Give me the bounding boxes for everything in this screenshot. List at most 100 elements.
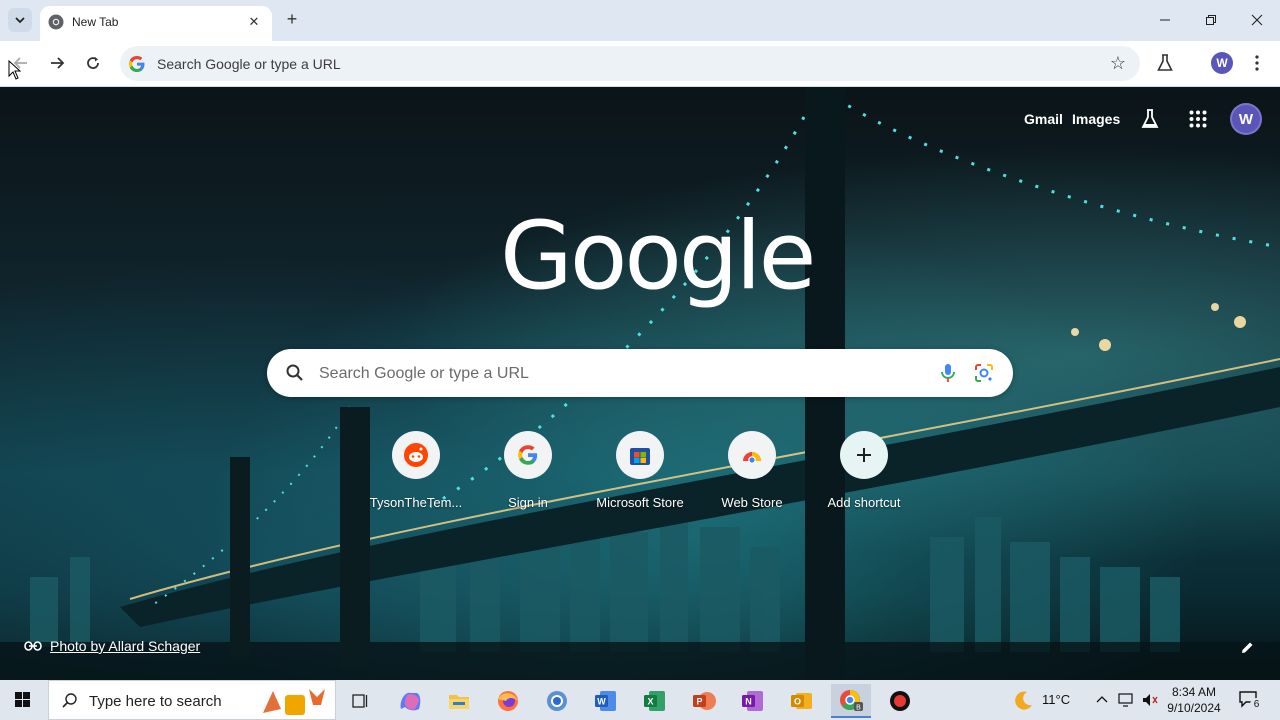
svg-text:O: O [794, 697, 801, 707]
reload-button[interactable] [80, 50, 106, 76]
reload-icon [87, 57, 99, 69]
labs-button[interactable] [1154, 52, 1176, 74]
word-button[interactable]: W [586, 684, 626, 718]
copilot-button[interactable] [390, 684, 430, 718]
taskbar-search-placeholder: Type here to search [89, 693, 222, 710]
shortcut-label: Web Store [721, 495, 783, 510]
chrome-button[interactable] [537, 684, 577, 718]
word-icon: W [595, 691, 616, 711]
flask-icon [1141, 109, 1159, 128]
shortcut-sign-in[interactable]: Sign in [472, 431, 584, 521]
weather-temperature[interactable]: 11°C [1042, 692, 1070, 707]
forward-arrow-icon [51, 57, 65, 69]
close-icon [1251, 14, 1263, 26]
kebab-menu-icon [1255, 55, 1259, 71]
add-shortcut-button[interactable]: Add shortcut [808, 431, 920, 521]
notification-count: 6 [1250, 698, 1263, 711]
file-explorer-icon [449, 695, 469, 709]
onenote-icon: N [742, 691, 763, 711]
mouse-cursor-icon [8, 60, 22, 80]
clock-date: 9/10/2024 [1167, 701, 1221, 715]
copilot-icon [400, 692, 421, 711]
network-icon[interactable] [1118, 692, 1136, 708]
chrome-menu-button[interactable] [1246, 52, 1268, 74]
shortcut-microsoft-store[interactable]: Microsoft Store [584, 431, 696, 521]
outlook-button[interactable]: O [782, 684, 822, 718]
images-link[interactable]: Images [1072, 111, 1120, 127]
onenote-button[interactable]: N [733, 684, 773, 718]
moon-icon[interactable] [1012, 690, 1034, 712]
ntp-profile-avatar[interactable]: W [1230, 103, 1262, 135]
firefox-button[interactable] [488, 684, 528, 718]
excel-icon: X [644, 691, 665, 711]
address-bar[interactable]: Search Google or type a URL ☆ [120, 46, 1140, 81]
svg-text:B: B [856, 705, 861, 712]
ntp-search-placeholder: Search Google or type a URL [319, 365, 529, 382]
google-lens-icon[interactable] [973, 362, 995, 384]
photo-credit-text: Photo by Allard Schager [50, 638, 201, 654]
minimize-button[interactable] [1152, 8, 1178, 32]
google-apps-button[interactable] [1186, 107, 1210, 131]
svg-text:X: X [647, 697, 653, 707]
task-view-button[interactable] [340, 684, 380, 718]
omnibox-placeholder: Search Google or type a URL [157, 56, 341, 72]
new-tab-button[interactable]: + [282, 9, 302, 29]
grid-apps-icon [1189, 110, 1207, 128]
outlook-icon: O [791, 693, 812, 709]
record-icon [890, 691, 910, 711]
microphone-icon[interactable] [937, 362, 959, 384]
windows-taskbar: Type here to search W X P N O B 11°C 8:3… [0, 680, 1280, 720]
microsoft-store-icon [616, 431, 664, 479]
shortcut-web-store[interactable]: Web Store [696, 431, 808, 521]
taskbar-search-box[interactable]: Type here to search [48, 680, 336, 720]
reddit-icon [392, 431, 440, 479]
pencil-icon [1242, 642, 1253, 653]
search-icon [62, 693, 77, 708]
windows-start-icon[interactable] [8, 689, 38, 711]
google-logo: Google [500, 202, 816, 311]
tab-search-button[interactable] [8, 8, 32, 32]
chrome-profile-icon: B [840, 690, 863, 712]
search-icon [286, 364, 303, 381]
close-window-button[interactable] [1244, 8, 1270, 32]
shortcut-label: Add shortcut [827, 495, 901, 510]
customize-chrome-button[interactable] [1236, 637, 1258, 659]
close-icon[interactable]: ✕ [244, 12, 264, 32]
chrome-profile-button[interactable]: B [831, 684, 871, 718]
powerpoint-icon: P [693, 692, 716, 710]
clock-time: 8:34 AM [1171, 685, 1217, 699]
chevron-down-icon [15, 17, 25, 24]
shortcut-label: Sign in [508, 495, 548, 510]
action-center-button[interactable]: 6 [1236, 688, 1264, 712]
link-icon [24, 641, 42, 651]
ntp-search-box[interactable]: Search Google or type a URL [267, 349, 1013, 397]
forward-button[interactable] [44, 50, 70, 76]
restore-icon [1206, 15, 1216, 25]
powerpoint-button[interactable]: P [684, 684, 724, 718]
chrome-icon [48, 14, 64, 30]
profile-avatar[interactable]: W [1211, 52, 1233, 74]
search-labs-button[interactable] [1138, 107, 1162, 131]
new-tab-page: Gmail Images W Google Search Google or t… [0, 87, 1280, 680]
speaker-muted-icon[interactable] [1141, 692, 1159, 708]
system-clock[interactable]: 8:34 AM 9/10/2024 [1160, 684, 1228, 716]
shortcut-tysonthetem[interactable]: TysonTheTem... [360, 431, 472, 521]
file-explorer-button[interactable] [439, 684, 479, 718]
svg-text:P: P [696, 697, 702, 707]
star-icon[interactable]: ☆ [1110, 53, 1126, 74]
tab-title: New Tab [72, 15, 119, 29]
plus-icon: + [286, 8, 298, 29]
screen-recorder-button[interactable] [880, 684, 920, 718]
photo-credit-link[interactable]: Photo by Allard Schager [24, 638, 200, 654]
google-g-icon [129, 56, 145, 72]
chevron-up-icon[interactable] [1096, 694, 1108, 704]
google-g-icon [504, 431, 552, 479]
shortcut-label: Microsoft Store [596, 495, 684, 510]
task-view-icon [352, 694, 368, 708]
search-highlight-art [263, 689, 325, 715]
gmail-link[interactable]: Gmail [1024, 111, 1063, 127]
restore-button[interactable] [1198, 8, 1224, 32]
svg-text:W: W [597, 697, 606, 707]
excel-button[interactable]: X [635, 684, 675, 718]
tab-new-tab[interactable]: New Tab ✕ [40, 6, 272, 41]
